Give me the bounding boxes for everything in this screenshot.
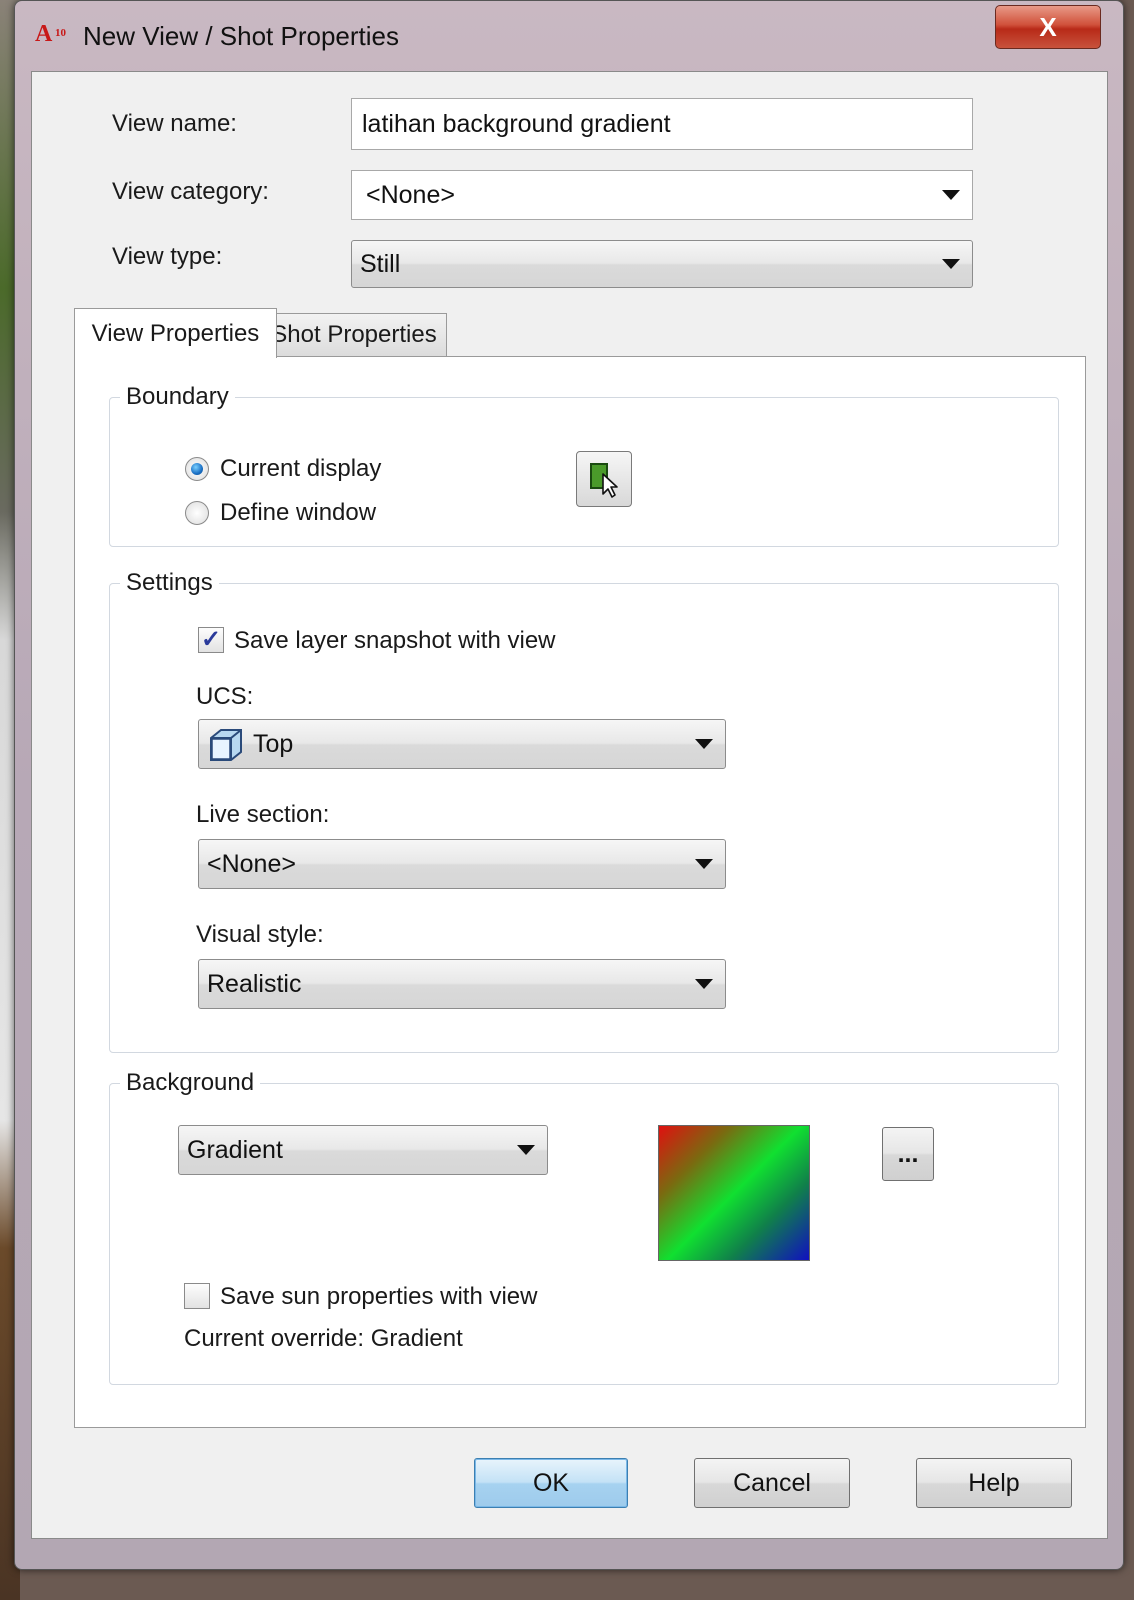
ucs-label: UCS: bbox=[196, 683, 254, 710]
title-bar: A 10 New View / Shot Properties X bbox=[15, 1, 1123, 69]
current-display-radio[interactable] bbox=[185, 457, 209, 481]
tab-shot-properties[interactable]: Shot Properties bbox=[261, 313, 447, 357]
current-display-label: Current display bbox=[220, 455, 382, 482]
view-type-value: Still bbox=[360, 249, 401, 278]
define-view-window-button[interactable] bbox=[576, 451, 632, 507]
save-sun-properties-label: Save sun properties with view bbox=[220, 1283, 538, 1310]
gradient-preview-swatch bbox=[658, 1125, 810, 1261]
help-button[interactable]: Help bbox=[916, 1458, 1072, 1508]
dialog-client-area: View name: latihan background gradient V… bbox=[31, 71, 1108, 1539]
view-name-label: View name: bbox=[112, 110, 237, 137]
background-legend: Background bbox=[126, 1069, 255, 1096]
view-name-input[interactable]: latihan background gradient bbox=[351, 98, 973, 150]
tab-view-properties[interactable]: View Properties bbox=[74, 308, 277, 358]
ucs-value: Top bbox=[253, 729, 294, 758]
save-layer-snapshot-label: Save layer snapshot with view bbox=[234, 627, 556, 654]
ucs-combo[interactable]: Top bbox=[198, 719, 726, 769]
settings-legend: Settings bbox=[126, 569, 213, 596]
view-properties-panel: Boundary Current display Define window S… bbox=[74, 356, 1086, 1428]
chevron-down-icon bbox=[942, 190, 960, 200]
live-section-combo[interactable]: <None> bbox=[198, 839, 726, 889]
chevron-down-icon bbox=[695, 739, 713, 749]
settings-group: Settings ✓ Save layer snapshot with view… bbox=[109, 569, 1059, 1053]
visual-style-combo[interactable]: Realistic bbox=[198, 959, 726, 1009]
chevron-down-icon bbox=[517, 1145, 535, 1155]
dialog-window: A 10 New View / Shot Properties X View n… bbox=[14, 0, 1124, 1570]
ucs-cube-icon bbox=[210, 729, 242, 761]
autocad-a-icon: A 10 bbox=[35, 21, 69, 53]
view-type-label: View type: bbox=[112, 243, 223, 270]
view-category-combo[interactable]: <None> bbox=[351, 170, 973, 220]
chevron-down-icon bbox=[695, 859, 713, 869]
boundary-group: Boundary Current display Define window bbox=[109, 383, 1059, 547]
chevron-down-icon bbox=[695, 979, 713, 989]
boundary-legend: Boundary bbox=[126, 383, 229, 410]
define-window-pick-icon bbox=[590, 463, 618, 498]
chevron-down-icon bbox=[942, 259, 960, 269]
background-type-combo[interactable]: Gradient bbox=[178, 1125, 548, 1175]
view-category-label: View category: bbox=[112, 178, 269, 205]
live-section-label: Live section: bbox=[196, 801, 330, 828]
close-button[interactable]: X bbox=[995, 5, 1101, 49]
view-category-value: <None> bbox=[366, 180, 455, 209]
close-icon: X bbox=[1039, 11, 1057, 42]
view-type-combo[interactable]: Still bbox=[351, 240, 973, 288]
define-window-label: Define window bbox=[220, 499, 377, 526]
live-section-value: <None> bbox=[207, 849, 296, 878]
visual-style-value: Realistic bbox=[207, 969, 302, 998]
visual-style-label: Visual style: bbox=[196, 921, 324, 948]
app-icon-badge: 10 bbox=[55, 27, 66, 39]
browse-background-button[interactable]: ... bbox=[882, 1127, 934, 1181]
define-window-radio[interactable] bbox=[185, 501, 209, 525]
window-title: New View / Shot Properties bbox=[83, 21, 399, 51]
cancel-button[interactable]: Cancel bbox=[694, 1458, 850, 1508]
current-override-text: Current override: Gradient bbox=[184, 1325, 463, 1352]
save-sun-properties-checkbox[interactable] bbox=[184, 1283, 210, 1309]
background-type-value: Gradient bbox=[187, 1135, 283, 1164]
save-layer-snapshot-checkbox[interactable]: ✓ bbox=[198, 627, 224, 653]
app-icon-letter: A bbox=[35, 21, 53, 47]
ok-button[interactable]: OK bbox=[474, 1458, 628, 1508]
background-group: Background Gradient ... Save sun propert… bbox=[109, 1069, 1059, 1385]
